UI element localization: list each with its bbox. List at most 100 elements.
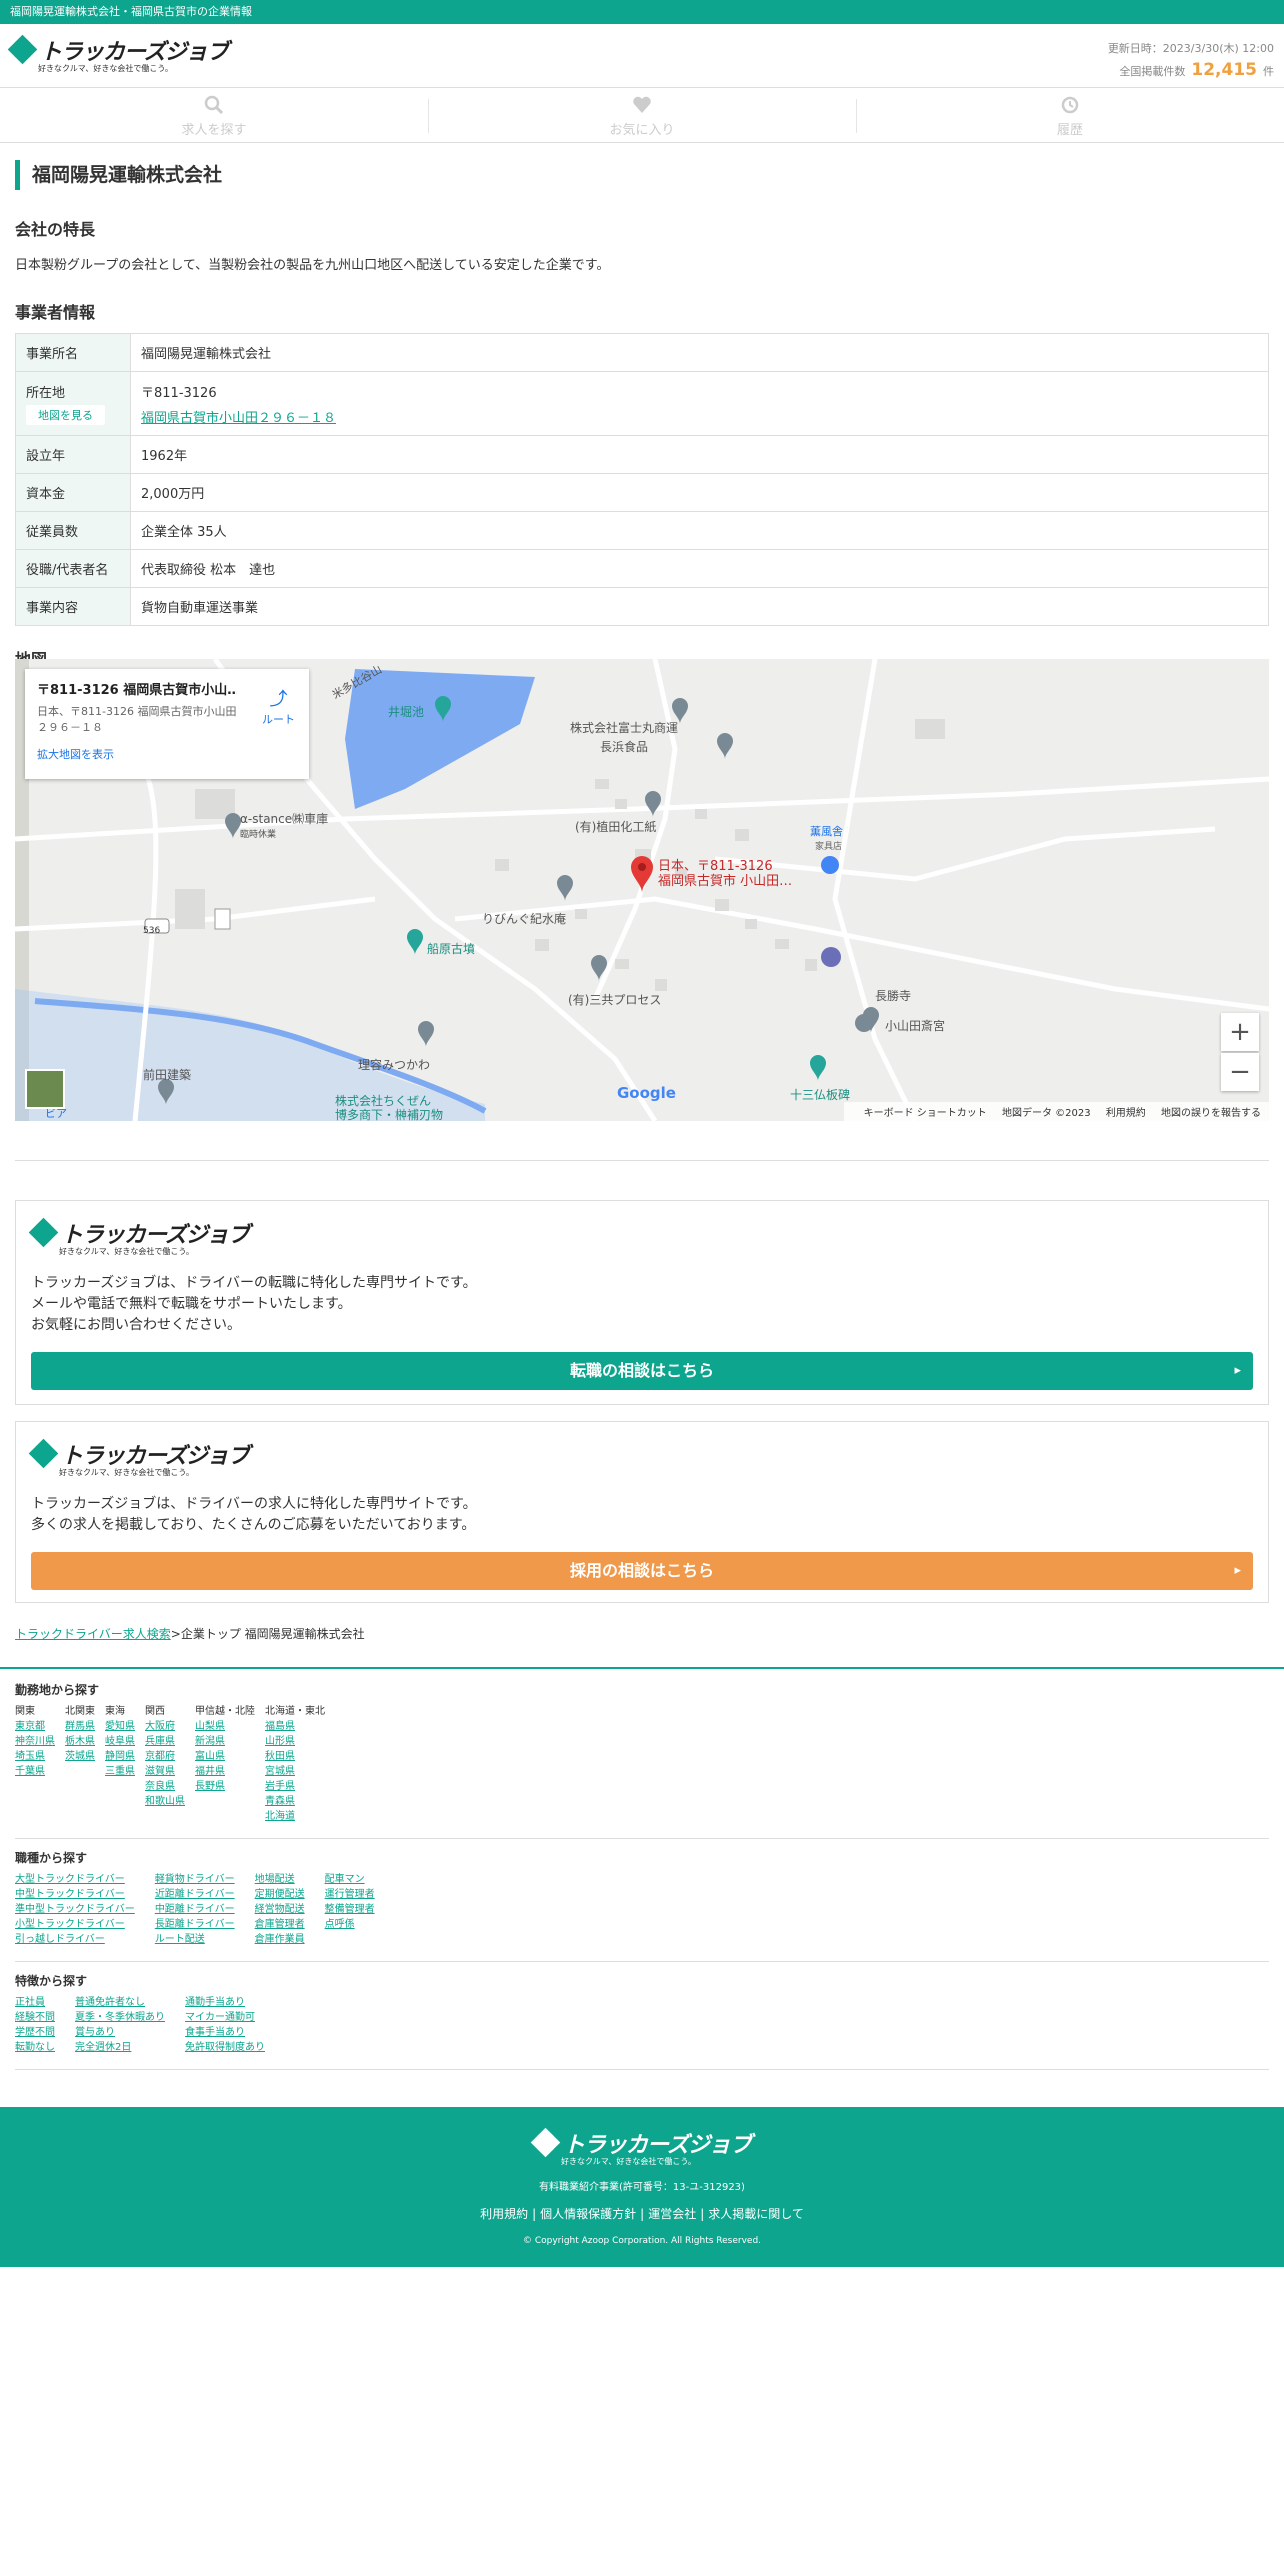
view-map-button[interactable]: 地図を見る xyxy=(26,405,105,425)
footer-search-link[interactable]: 群馬県 xyxy=(65,1719,95,1734)
breadcrumb-home-link[interactable]: トラックドライバー求人検索 xyxy=(15,1627,171,1641)
footer-search-link[interactable]: 山梨県 xyxy=(195,1719,255,1734)
map-place-label: α-stance㈱車庫 xyxy=(240,812,328,826)
footer-search-link[interactable]: 栃木県 xyxy=(65,1734,95,1749)
footer-search-link[interactable]: 神奈川県 xyxy=(15,1734,55,1749)
row-label: 設立年 xyxy=(15,435,131,474)
route-number: 536 xyxy=(143,926,160,936)
row-value: 代表取締役 松本 達也 xyxy=(130,549,1269,588)
footer-search-link[interactable]: 山形県 xyxy=(265,1734,325,1749)
footer-search-link[interactable]: 福島県 xyxy=(265,1719,325,1734)
footer-search-link[interactable]: 三重県 xyxy=(105,1764,135,1779)
footer-search-link[interactable]: 地場配送 xyxy=(255,1872,305,1887)
promo-line: お気軽にお問い合わせください。 xyxy=(31,1317,241,1333)
footer-search-link[interactable]: 大阪府 xyxy=(145,1719,185,1734)
footer-search-link[interactable]: 富山県 xyxy=(195,1749,255,1764)
zoom-out-button[interactable]: − xyxy=(1221,1053,1259,1091)
nav-history[interactable]: 履歴 xyxy=(856,89,1284,142)
footer-search-link[interactable]: 岩手県 xyxy=(265,1779,325,1794)
footer-link-company[interactable]: 運営会社 xyxy=(648,2207,696,2221)
map-place-label: (有)植田化工紙 xyxy=(575,819,656,834)
map-terms-link[interactable]: 利用規約 xyxy=(1106,1108,1146,1119)
footer-search-link[interactable]: 点呼係 xyxy=(325,1917,375,1932)
footer-search-link[interactable]: 近距離ドライバー xyxy=(155,1887,235,1902)
footer-search-link[interactable]: 倉庫作業員 xyxy=(255,1932,305,1947)
address-link[interactable]: 福岡県古賀市小山田２９６－１８ xyxy=(141,411,336,426)
footer-search-link[interactable]: 食事手当あり xyxy=(185,2025,265,2040)
footer-search-link[interactable]: 運行管理者 xyxy=(325,1887,375,1902)
footer-search-link[interactable]: 大型トラックドライバー xyxy=(15,1872,135,1887)
footer-search-link[interactable]: 茨城県 xyxy=(65,1749,95,1764)
area-columns: 関東 東京都 神奈川県 埼玉県 千葉県 北関東 群馬県 栃木県 茨城県 東海 愛知県 岐阜県 静岡県 三重… xyxy=(15,1704,1269,1824)
footer-search-link[interactable]: 福井県 xyxy=(195,1764,255,1779)
footer-search-link[interactable]: 倉庫管理者 xyxy=(255,1917,305,1932)
main-nav: 求人を探す お気に入り 履歴 xyxy=(0,89,1284,143)
footer-search-link[interactable]: 学歴不問 xyxy=(15,2025,55,2040)
footer-logo[interactable]: トラッカーズジョブ 好きなクルマ、好きな会社で働こう。 xyxy=(530,2127,752,2166)
enlarge-map-link[interactable]: 拡大地図を表示 xyxy=(37,746,297,762)
zoom-in-button[interactable]: + xyxy=(1221,1013,1259,1051)
footer-search-link[interactable]: 完全週休2日 xyxy=(75,2040,165,2055)
area-heading: 勤務地から探す xyxy=(15,1683,100,1697)
logo-text: トラッカーズジョブ xyxy=(563,2133,752,2158)
footer-search-link[interactable]: 滋賀県 xyxy=(145,1764,185,1779)
footer-search-link[interactable]: 準中型トラックドライバー xyxy=(15,1902,135,1917)
google-map[interactable]: 株式会社富士丸商運 長浜食品 (有)植田化工紙 α-stance㈱車庫 臨時休業… xyxy=(15,659,1269,1121)
footer-search-link[interactable]: 普通免許者なし xyxy=(75,1995,165,2010)
row-label: 資本金 xyxy=(15,473,131,512)
footer-search-link[interactable]: 整備管理者 xyxy=(325,1902,375,1917)
footer-link-listing[interactable]: 求人掲載に関して xyxy=(708,2207,804,2221)
footer-search-link[interactable]: 兵庫県 xyxy=(145,1734,185,1749)
footer-search-link[interactable]: 長距離ドライバー xyxy=(155,1917,235,1932)
footer-search-link[interactable]: 転勤なし xyxy=(15,2040,55,2055)
footer-search-link[interactable]: 経営物配送 xyxy=(255,1902,305,1917)
footer-search-link[interactable]: 中距離ドライバー xyxy=(155,1902,235,1917)
nav-favorites[interactable]: お気に入り xyxy=(428,89,856,142)
footer-search-link[interactable]: 正社員 xyxy=(15,1995,55,2010)
route-button[interactable]: ⤴ ルート xyxy=(262,685,295,727)
column-heading: 北海道・東北 xyxy=(265,1706,325,1717)
footer-search-link[interactable]: 中型トラックドライバー xyxy=(15,1887,135,1902)
footer-search-link[interactable]: 経験不問 xyxy=(15,2010,55,2025)
footer-search-link[interactable]: 東京都 xyxy=(15,1719,55,1734)
map-type-toggle[interactable] xyxy=(25,1069,65,1109)
footer-search-link[interactable]: 静岡県 xyxy=(105,1749,135,1764)
footer-search-link[interactable]: 小型トラックドライバー xyxy=(15,1917,135,1932)
footer-search-link[interactable]: 秋田県 xyxy=(265,1749,325,1764)
nav-search[interactable]: 求人を探す xyxy=(0,89,428,142)
footer-search-link[interactable]: 青森県 xyxy=(265,1794,325,1809)
footer-search-link[interactable]: 京都府 xyxy=(145,1749,185,1764)
footer-search-link[interactable]: 愛知県 xyxy=(105,1719,135,1734)
footer-search-link[interactable]: 賞与あり xyxy=(75,2025,165,2040)
breadcrumb: トラックドライバー求人検索>企業トップ 福岡陽晃運輸株式会社 xyxy=(15,1625,365,1642)
footer-search-link[interactable]: 定期便配送 xyxy=(255,1887,305,1902)
footer-search-link[interactable]: 宮城県 xyxy=(265,1764,325,1779)
footer-link-privacy[interactable]: 個人情報保護方針 xyxy=(540,2207,636,2221)
search-icon xyxy=(0,95,428,119)
footer-search-link[interactable]: 埼玉県 xyxy=(15,1749,55,1764)
footer-search-link[interactable]: 北海道 xyxy=(265,1809,325,1824)
company-main: 福岡陽晃運輸株式会社 会社の特長 日本製粉グループの会社として、当製粉会社の製品… xyxy=(15,160,1269,670)
keyboard-shortcuts-link[interactable]: キーボード ショートカット xyxy=(864,1108,987,1119)
hiring-consult-button[interactable]: 採用の相談はこちら xyxy=(31,1552,1253,1590)
footer-search-link[interactable]: ルート配送 xyxy=(155,1932,235,1947)
footer-search-link[interactable]: 千葉県 xyxy=(15,1764,55,1779)
footer-search-link[interactable]: 軽貨物ドライバー xyxy=(155,1872,235,1887)
logo-tagline: 好きなクルマ、好きな会社で働こう。 xyxy=(561,2157,696,2166)
location-pin-icon[interactable] xyxy=(631,856,653,893)
report-error-link[interactable]: 地図の誤りを報告する xyxy=(1161,1108,1261,1119)
footer-search-link[interactable]: 夏季・冬季休暇あり xyxy=(75,2010,165,2025)
footer-search-link[interactable]: 通勤手当あり xyxy=(185,1995,265,2010)
footer-search-link[interactable]: 配車マン xyxy=(325,1872,375,1887)
footer-link-terms[interactable]: 利用規約 xyxy=(480,2207,528,2221)
site-logo[interactable]: トラッカーズジョブ 好きなクルマ、好きな会社で働こう。 xyxy=(7,34,229,73)
footer-search-link[interactable]: 新潟県 xyxy=(195,1734,255,1749)
footer-search-link[interactable]: マイカー通勤可 xyxy=(185,2010,265,2025)
career-consult-button[interactable]: 転職の相談はこちら xyxy=(31,1352,1253,1390)
footer-search-link[interactable]: 和歌山県 xyxy=(145,1794,185,1809)
footer-search-link[interactable]: 奈良県 xyxy=(145,1779,185,1794)
footer-search-link[interactable]: 引っ越しドライバー xyxy=(15,1932,135,1947)
footer-search-link[interactable]: 免許取得制度あり xyxy=(185,2040,265,2055)
footer-search-link[interactable]: 長野県 xyxy=(195,1779,255,1794)
footer-search-link[interactable]: 岐阜県 xyxy=(105,1734,135,1749)
